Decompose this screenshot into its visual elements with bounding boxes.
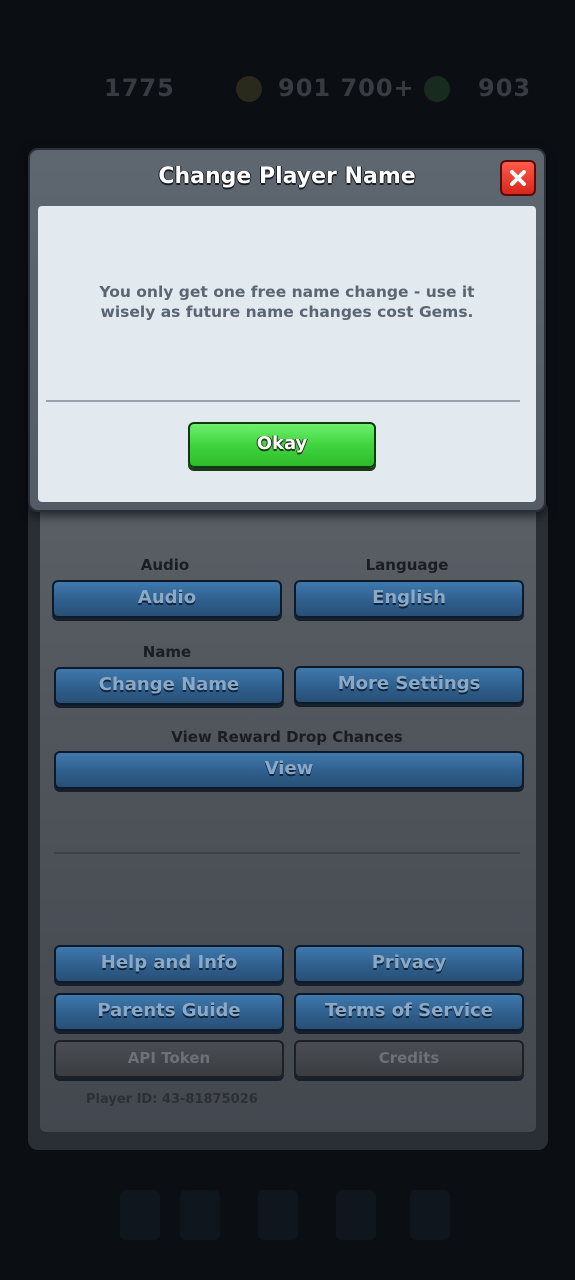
help-info-button[interactable]: Help and Info: [54, 945, 284, 983]
trophy-count: 1775: [104, 74, 175, 102]
shop-tab-icon[interactable]: [120, 1190, 160, 1240]
settings-panel: Audio Audio Language English Name Change…: [28, 500, 548, 1150]
events-tab-icon[interactable]: [410, 1190, 450, 1240]
parents-guide-button[interactable]: Parents Guide: [54, 993, 284, 1031]
gold-coin-icon: [236, 76, 262, 102]
player-id-label: Player ID: 43-81875026: [86, 1092, 258, 1107]
credits-button[interactable]: Credits: [294, 1040, 524, 1078]
settings-panel-body: Audio Audio Language English Name Change…: [40, 500, 536, 1132]
gem-icon: [424, 76, 450, 102]
audio-heading: Audio: [140, 556, 190, 574]
name-heading: Name: [142, 643, 192, 661]
dialog-message: You only get one free name change - use …: [99, 283, 475, 321]
language-heading: Language: [365, 556, 449, 574]
terms-of-service-button[interactable]: Terms of Service: [294, 993, 524, 1031]
battle-tab-icon[interactable]: [258, 1190, 298, 1240]
dialog-separator: [46, 400, 520, 402]
language-button[interactable]: English: [294, 580, 524, 618]
change-name-dialog: Change Player Name You only get one free…: [28, 148, 546, 512]
clan-tab-icon[interactable]: [336, 1190, 376, 1240]
dialog-title: Change Player Name: [158, 164, 416, 189]
close-button[interactable]: [500, 160, 536, 196]
close-x-icon: [510, 170, 526, 186]
change-name-button[interactable]: Change Name: [54, 667, 284, 705]
reward-drop-heading: View Reward Drop Chances: [171, 728, 403, 746]
gem-count: 903: [478, 74, 532, 102]
audio-button[interactable]: Audio: [52, 580, 282, 618]
okay-button[interactable]: Okay: [188, 422, 376, 468]
api-token-button[interactable]: API Token: [54, 1040, 284, 1078]
view-reward-button[interactable]: View: [54, 751, 524, 789]
bottom-nav: [0, 1180, 575, 1280]
gold-count: 901 700+: [278, 74, 415, 102]
top-hud: 1775 901 700+ 903: [0, 60, 575, 120]
settings-divider: [54, 852, 520, 854]
more-settings-button[interactable]: More Settings: [294, 666, 524, 704]
dialog-body: You only get one free name change - use …: [38, 206, 536, 502]
cards-tab-icon[interactable]: [180, 1190, 220, 1240]
privacy-button[interactable]: Privacy: [294, 945, 524, 983]
